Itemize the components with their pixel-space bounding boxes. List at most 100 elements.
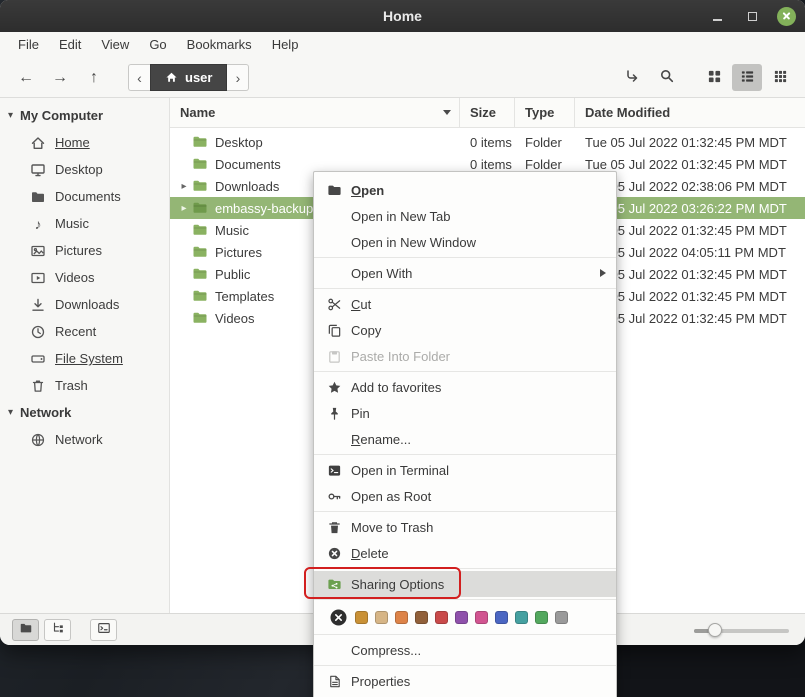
sidebar-item-home[interactable]: Home xyxy=(0,129,169,156)
context-menu-item-cut[interactable]: Cut xyxy=(314,291,616,317)
minimize-button[interactable] xyxy=(707,6,727,26)
expander-icon[interactable]: ▸ xyxy=(176,203,192,214)
context-menu-item-move-to-trash[interactable]: Move to Trash xyxy=(314,514,616,540)
sidebar-item-music[interactable]: ♪ Music xyxy=(0,210,169,237)
icon-view-icon xyxy=(707,69,722,87)
column-header-type[interactable]: Type xyxy=(515,98,575,127)
context-menu-item-pin[interactable]: Pin xyxy=(314,400,616,426)
folder-color-swatch[interactable] xyxy=(395,611,408,624)
location-entry-button[interactable] xyxy=(617,64,647,91)
sidebar-item-recent[interactable]: Recent xyxy=(0,318,169,345)
sidebar-item-pictures[interactable]: Pictures xyxy=(0,237,169,264)
context-menu-item-open-as-root[interactable]: Open as Root xyxy=(314,483,616,509)
folder-color-swatch[interactable] xyxy=(375,611,388,624)
titlebar[interactable]: Home xyxy=(0,0,805,32)
toolbar: ← → ↑ ‹ user › xyxy=(0,58,805,98)
list-view-button[interactable] xyxy=(732,64,762,91)
context-menu-item-open-in-new-window[interactable]: Open in New Window xyxy=(314,229,616,255)
folder-color-swatch[interactable] xyxy=(515,611,528,624)
compact-view-icon xyxy=(773,69,788,87)
file-row-desktop[interactable]: Desktop 0 items Folder Tue 05 Jul 2022 0… xyxy=(170,131,805,153)
search-button[interactable] xyxy=(652,64,682,91)
terminal-toggle-button[interactable] xyxy=(90,619,117,641)
menu-separator xyxy=(314,511,616,512)
column-header-size[interactable]: Size xyxy=(460,98,515,127)
menu-help[interactable]: Help xyxy=(262,32,309,58)
sidebar-item-downloads[interactable]: Downloads xyxy=(0,291,169,318)
folder-color-swatch[interactable] xyxy=(415,611,428,624)
sharing-icon xyxy=(326,576,342,592)
forward-icon: → xyxy=(52,69,68,87)
treeview-toggle-button[interactable] xyxy=(44,619,71,641)
sidebar-item-network[interactable]: Network xyxy=(0,426,169,453)
sidebar-section-my-computer[interactable]: ▾ My Computer xyxy=(0,102,169,129)
path-scroll-left-button[interactable]: ‹ xyxy=(128,64,150,91)
folder-icon xyxy=(192,178,212,194)
folder-icon xyxy=(326,182,342,198)
submenu-arrow-icon xyxy=(600,269,606,277)
folder-color-swatch[interactable] xyxy=(475,611,488,624)
compact-view-button[interactable] xyxy=(765,64,795,91)
expander-icon[interactable]: ▸ xyxy=(176,181,192,192)
maximize-button[interactable] xyxy=(742,6,762,26)
terminal-icon xyxy=(97,621,111,638)
folder-icon xyxy=(192,266,212,282)
folder-color-swatch[interactable] xyxy=(495,611,508,624)
sidebar-section-network[interactable]: ▾ Network xyxy=(0,399,169,426)
breadcrumb-user-button[interactable]: user xyxy=(150,64,227,91)
folder-color-swatch[interactable] xyxy=(435,611,448,624)
sidebar: ▾ My Computer Home Desktop Documents ♪ xyxy=(0,98,170,613)
location-entry-icon xyxy=(624,68,640,87)
path-scroll-right-button[interactable]: › xyxy=(227,64,249,91)
sidebar-item-desktop[interactable]: Desktop xyxy=(0,156,169,183)
sort-arrow-icon xyxy=(443,110,451,115)
desktop-icon xyxy=(30,162,46,178)
column-header-name[interactable]: Name xyxy=(170,98,460,127)
up-button[interactable]: ↑ xyxy=(78,64,110,92)
menu-edit[interactable]: Edit xyxy=(49,32,91,58)
pictures-icon xyxy=(30,243,46,259)
zoom-slider[interactable] xyxy=(694,620,789,640)
menu-separator xyxy=(314,454,616,455)
forward-button[interactable]: → xyxy=(44,64,76,92)
menu-go[interactable]: Go xyxy=(139,32,176,58)
menu-bookmarks[interactable]: Bookmarks xyxy=(177,32,262,58)
sidebar-item-documents[interactable]: Documents xyxy=(0,183,169,210)
back-button[interactable]: ← xyxy=(10,64,42,92)
sidebar-item-file-system[interactable]: File System xyxy=(0,345,169,372)
folder-icon xyxy=(192,222,212,238)
folder-color-row xyxy=(314,602,616,632)
close-button[interactable] xyxy=(777,7,796,26)
folder-color-swatch[interactable] xyxy=(455,611,468,624)
context-menu-item-properties[interactable]: Properties xyxy=(314,668,616,694)
sidebar-item-videos[interactable]: Videos xyxy=(0,264,169,291)
folder-color-swatch[interactable] xyxy=(355,611,368,624)
zoom-slider-knob[interactable] xyxy=(708,623,722,637)
context-menu-item-delete[interactable]: Delete xyxy=(314,540,616,566)
context-menu-item-open-in-terminal[interactable]: Open in Terminal xyxy=(314,457,616,483)
context-menu-item-open-in-new-tab[interactable]: Open in New Tab xyxy=(314,203,616,229)
context-menu-item-open-with[interactable]: Open With xyxy=(314,260,616,286)
breadcrumb-label: user xyxy=(185,70,212,85)
folder-color-swatch[interactable] xyxy=(555,611,568,624)
sidebar-item-trash[interactable]: Trash xyxy=(0,372,169,399)
clear-color-button[interactable] xyxy=(330,609,347,626)
column-header-date-modified[interactable]: Date Modified xyxy=(575,98,805,127)
delete-icon xyxy=(326,545,342,561)
menu-file[interactable]: File xyxy=(8,32,49,58)
icon-view-button[interactable] xyxy=(699,64,729,91)
view-switcher xyxy=(699,64,795,91)
list-view-icon xyxy=(740,69,755,87)
back-icon: ← xyxy=(18,69,34,87)
treeview-icon xyxy=(51,621,65,638)
context-menu-item-open[interactable]: Open xyxy=(314,177,616,203)
menu-view[interactable]: View xyxy=(91,32,139,58)
context-menu-item-rename[interactable]: Rename... xyxy=(314,426,616,452)
places-toggle-button[interactable] xyxy=(12,619,39,641)
context-menu-item-add-to-favorites[interactable]: Add to favorites xyxy=(314,374,616,400)
context-menu-item-sharing-options[interactable]: Sharing Options xyxy=(314,571,616,597)
context-menu-item-compress[interactable]: Compress... xyxy=(314,637,616,663)
folder-color-swatch[interactable] xyxy=(535,611,548,624)
menubar: File Edit View Go Bookmarks Help xyxy=(0,32,805,58)
context-menu-item-copy[interactable]: Copy xyxy=(314,317,616,343)
